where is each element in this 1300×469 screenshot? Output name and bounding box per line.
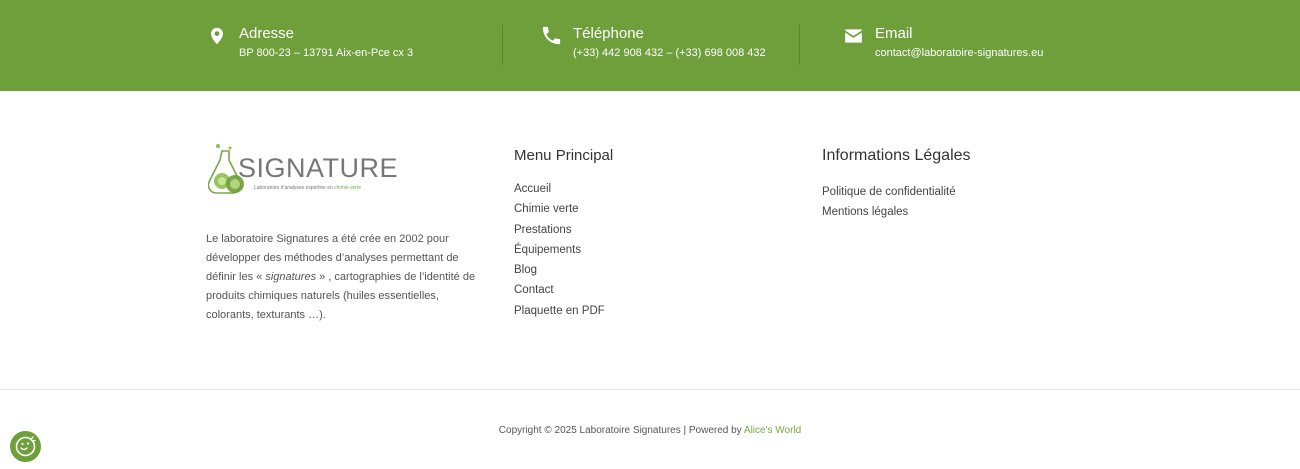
menu-item-equipements[interactable]: Équipements	[514, 240, 605, 260]
signatures-logo[interactable]: SIGNATURES Laboratoire d'analyses expert…	[208, 143, 398, 201]
contact-divider	[799, 25, 800, 65]
contact-bar: Adresse BP 800-23 – 13791 Aix-en-Pce cx …	[0, 0, 1300, 91]
contact-email: Email contact@laboratoire-signatures.eu	[842, 24, 1082, 68]
envelope-icon	[845, 29, 862, 43]
phone-value[interactable]: (+33) 442 908 432 – (+33) 698 008 432	[573, 47, 766, 59]
menu-item-plaquette-pdf[interactable]: Plaquette en PDF	[514, 301, 605, 321]
address-title: Adresse	[239, 25, 295, 42]
legal-item-politique[interactable]: Politique de confidentialité	[822, 182, 956, 202]
logo-brand-text: SIGNATURES	[238, 153, 398, 183]
informations-legales-list: Politique de confidentialité Mentions lé…	[822, 182, 956, 223]
contact-divider	[502, 25, 503, 65]
informations-legales-title: Informations Légales	[822, 147, 971, 164]
menu-principal-title: Menu Principal	[514, 147, 614, 164]
menu-item-blog[interactable]: Blog	[514, 260, 605, 280]
address-value: BP 800-23 – 13791 Aix-en-Pce cx 3	[239, 47, 414, 59]
email-value[interactable]: contact@laboratoire-signatures.eu	[875, 47, 1043, 59]
email-title: Email	[875, 25, 913, 42]
about-text-emphasis: signatures	[265, 271, 317, 283]
legal-item-mentions[interactable]: Mentions légales	[822, 202, 956, 222]
menu-item-chimie-verte[interactable]: Chimie verte	[514, 199, 605, 219]
map-pin-icon	[211, 27, 223, 45]
phone-title: Téléphone	[573, 25, 644, 42]
copyright-text: Copyright © 2025 Laboratoire Signatures …	[498, 425, 744, 436]
menu-item-contact[interactable]: Contact	[514, 280, 605, 300]
logo-tagline: Laboratoire d'analyses expertise en	[254, 185, 334, 191]
copyright: Copyright © 2025 Laboratoire Signatures …	[0, 425, 1300, 436]
cookie-settings-button[interactable]	[10, 431, 41, 462]
cookie-icon	[15, 436, 36, 457]
contact-address: Adresse BP 800-23 – 13791 Aix-en-Pce cx …	[208, 24, 468, 68]
svg-text:Laboratoire d'analyses experti: Laboratoire d'analyses expertise en chim…	[254, 185, 361, 191]
menu-item-accueil[interactable]: Accueil	[514, 179, 605, 199]
logo-tagline-highlight: chimie verte	[334, 185, 361, 191]
menu-principal-list: Accueil Chimie verte Prestations Équipem…	[514, 179, 605, 321]
contact-phone: Téléphone (+33) 442 908 432 – (+33) 698 …	[540, 24, 790, 68]
copyright-link[interactable]: Alice's World	[744, 425, 801, 436]
menu-item-prestations[interactable]: Prestations	[514, 220, 605, 240]
footer-divider	[0, 389, 1300, 390]
about-text: Le laboratoire Signatures a été crée en …	[206, 230, 481, 325]
phone-icon	[542, 26, 561, 45]
